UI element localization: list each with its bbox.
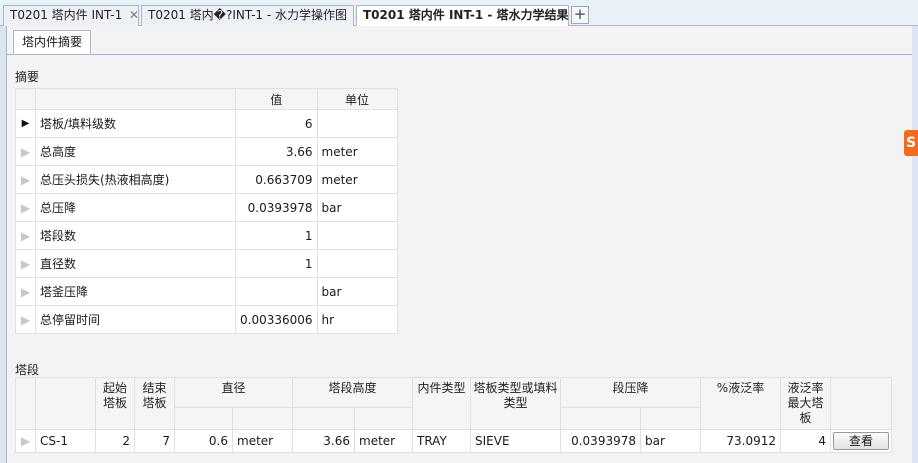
end-tray[interactable]: 7 [134,429,175,453]
max-flood-tray-header[interactable]: 液泛率最大塔板 [780,377,831,430]
app-logo-icon: S [904,130,918,156]
segment-pressure-drop-header[interactable]: 段压降 [560,377,701,408]
row-value[interactable]: 0.00336006 [235,305,318,334]
segment-name: CS-1 [35,429,96,453]
action-header [830,377,892,430]
diameter-value-subheader [174,407,233,430]
table-row[interactable]: ▶ 总压降 0.0393978 bar [15,193,398,222]
tab-divider [7,54,912,55]
tray-type-header[interactable]: 塔板类型或填料类型 [470,377,561,430]
table-row[interactable]: ▶ 总高度 3.66 meter [15,137,398,166]
add-tab-icon[interactable]: + [571,6,589,24]
segments-header-row: 起始塔板 结束塔板 直径 塔段高度 内件类型 塔板类型或填料类型 段压降 %液泛… [15,377,892,430]
row-name: 总停留时间 [35,305,236,334]
row-selector-header [15,377,36,430]
tray-type[interactable]: SIEVE [470,429,561,453]
row-value[interactable]: 1 [235,249,318,278]
tab-label: T0201 塔内件 INT-1 - 塔水力学结果 [363,8,569,22]
tab-label: T0201 塔内件 INT-1 [10,8,123,22]
summary-grid: 值 单位 ▶ 塔板/填料级数 6 ▶ 总高度 3.66 meter ▶ 总压头损… [15,88,398,334]
row-marker-icon[interactable]: ▶ [15,137,36,166]
table-row[interactable]: ▶ CS-1 2 7 0.6 meter 3.66 meter TRAY SIE… [15,429,892,453]
row-marker-icon[interactable]: ▶ [15,221,36,250]
row-name: 直径数 [35,249,236,278]
row-name: 塔釜压降 [35,277,236,306]
view-button[interactable]: 查看 [833,432,889,450]
close-icon[interactable]: ✕ [129,8,139,22]
row-value[interactable] [235,277,318,306]
table-row[interactable]: ▶ 直径数 1 [15,249,398,278]
segment-name-header [35,377,96,430]
segments-grid: 起始塔板 结束塔板 直径 塔段高度 内件类型 塔板类型或填料类型 段压降 %液泛… [15,377,892,453]
tab-hydraulic-plot[interactable]: T0201 塔内�?INT-1 - 水力学操作图 ✕ [141,5,364,26]
row-value[interactable]: 6 [235,109,318,138]
table-row[interactable]: ▶ 总停留时间 0.00336006 hr [15,305,398,334]
end-tray-header[interactable]: 结束塔板 [134,377,175,430]
tab-internals[interactable]: T0201 塔内件 INT-1 ✕ [3,5,139,26]
row-unit[interactable] [316,221,398,250]
row-marker-icon[interactable]: ▶ [15,429,36,453]
flood-percent[interactable]: 73.0912 [700,429,781,453]
row-name: 总压降 [35,193,236,222]
tab-hydraulic-results[interactable]: T0201 塔内件 INT-1 - 塔水力学结果 ✕ [356,5,586,27]
current-row-marker-icon[interactable]: ▶ [15,109,36,138]
row-value[interactable]: 0.0393978 [235,193,318,222]
row-marker-icon[interactable]: ▶ [15,165,36,194]
tab-label: T0201 塔内�?INT-1 - 水力学操作图 [148,8,348,22]
table-row[interactable]: ▶ 塔段数 1 [15,221,398,250]
row-value[interactable]: 1 [235,221,318,250]
summary-section-label: 摘要 [15,70,40,84]
row-unit[interactable]: meter [316,137,398,166]
pressure-drop-value-subheader [560,407,641,430]
start-tray[interactable]: 2 [95,429,135,453]
row-unit[interactable]: hr [316,305,398,334]
row-marker-icon[interactable]: ▶ [15,305,36,334]
diameter-unit-subheader [232,407,293,430]
height-unit-subheader [354,407,413,430]
document-tab-bar: T0201 塔内件 INT-1 ✕ T0201 塔内�?INT-1 - 水力学操… [0,0,918,27]
pressure-drop-unit[interactable]: bar [640,429,701,453]
diameter-header[interactable]: 直径 [174,377,293,408]
height-value[interactable]: 3.66 [292,429,355,453]
row-name: 塔段数 [35,221,236,250]
height-value-subheader [292,407,355,430]
row-selector-header [15,88,36,110]
table-row[interactable]: ▶ 总压头损失(热液相高度) 0.663709 meter [15,165,398,194]
row-unit[interactable] [316,249,398,278]
row-value[interactable]: 0.663709 [235,165,318,194]
row-name: 塔板/填料级数 [35,109,236,138]
value-header[interactable]: 值 [235,88,318,110]
flood-percent-header[interactable]: %液泛率 [700,377,781,430]
height-unit[interactable]: meter [354,429,413,453]
view-cell: 查看 [830,429,892,453]
unit-header[interactable]: 单位 [316,88,398,110]
row-marker-icon[interactable]: ▶ [15,193,36,222]
row-marker-icon[interactable]: ▶ [15,277,36,306]
row-unit[interactable]: bar [316,277,398,306]
pressure-drop-unit-subheader [640,407,701,430]
tab-internals-summary[interactable]: 塔内件摘要 [13,30,91,55]
row-name: 总压头损失(热液相高度) [35,165,236,194]
internal-type-header[interactable]: 内件类型 [412,377,471,430]
table-row[interactable]: ▶ 塔釜压降 bar [15,277,398,306]
name-header [35,88,236,110]
internal-type[interactable]: TRAY [412,429,471,453]
diameter-value[interactable]: 0.6 [174,429,233,453]
segment-height-header[interactable]: 塔段高度 [292,377,413,408]
row-unit[interactable]: meter [316,165,398,194]
row-marker-icon[interactable]: ▶ [15,249,36,278]
row-unit[interactable]: bar [316,193,398,222]
diameter-unit[interactable]: meter [232,429,293,453]
max-flood-tray[interactable]: 4 [780,429,831,453]
row-unit[interactable] [316,109,398,138]
pressure-drop-value[interactable]: 0.0393978 [560,429,641,453]
row-name: 总高度 [35,137,236,166]
row-value[interactable]: 3.66 [235,137,318,166]
summary-header-row: 值 单位 [15,88,398,110]
segments-section-label: 塔段 [15,363,40,377]
start-tray-header[interactable]: 起始塔板 [95,377,135,430]
table-row[interactable]: ▶ 塔板/填料级数 6 [15,109,398,138]
